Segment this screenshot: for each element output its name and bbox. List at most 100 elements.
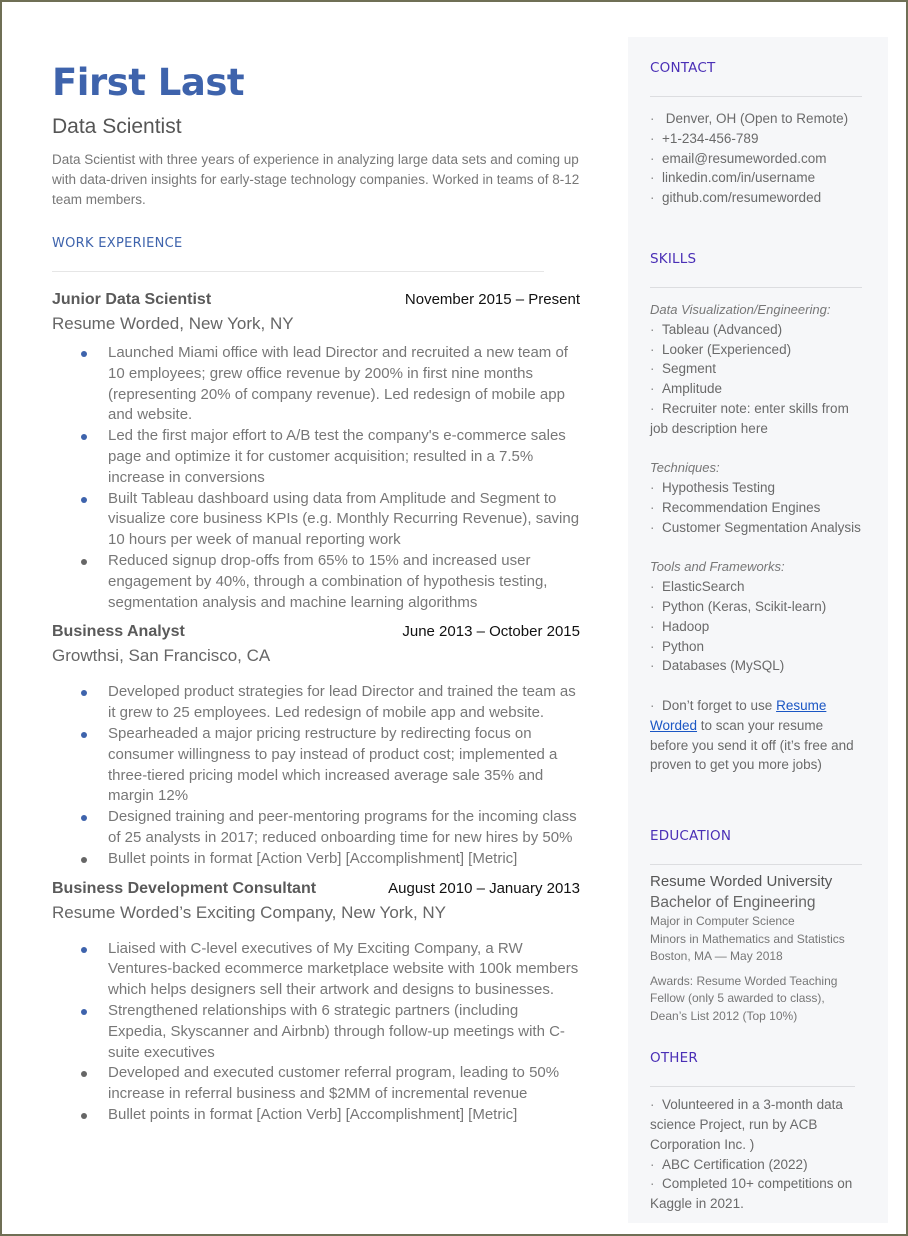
skill-item: · Recruiter note: enter skills from job d…: [650, 400, 849, 436]
bullet-item: Built Tableau dashboard using data from …: [81, 489, 580, 551]
bullet-icon: ·: [650, 618, 655, 634]
bullet-icon: ·: [650, 697, 655, 713]
candidate-name: First Last: [52, 61, 245, 104]
bullet-dot-icon: [81, 351, 87, 357]
bullet-dot-icon: [81, 496, 87, 503]
bullet-item: Liaised with C-level executives of My Ex…: [81, 939, 580, 1001]
contact-linkedin[interactable]: · linkedin.com/in/username: [650, 168, 862, 188]
job-entry: Business Analyst June 2013 – October 201…: [52, 621, 592, 869]
bullet-icon: ·: [650, 381, 655, 397]
bullet-dot-icon: [81, 1071, 87, 1078]
bullet-icon: ·: [650, 638, 655, 654]
job-header: Business Analyst June 2013 – October 201…: [52, 621, 580, 643]
main-column: First Last Data Scientist Data Scientist…: [52, 60, 592, 1126]
section-divider: [650, 96, 862, 97]
job-dates: August 2010 – January 2013: [388, 879, 580, 897]
bullet-icon: ·: [650, 190, 655, 206]
skill-group-label: Tools and Frameworks:: [650, 559, 785, 575]
skill-item: · Tableau (Advanced): [650, 320, 862, 340]
education-awards: Awards: Resume Worded Teaching Fellow (o…: [650, 973, 838, 1023]
skill-item: · Recommendation Engines: [650, 498, 862, 518]
bullet-dot-icon: [81, 690, 87, 697]
other-list: · Volunteered in a 3-month data science P…: [650, 1095, 862, 1214]
bullet-item: Strengthened relationships with 6 strate…: [81, 1001, 580, 1063]
job-title: Junior Data Scientist: [52, 291, 212, 308]
contact-list: · Denver, OH (Open to Remote) · +1-234-45…: [650, 109, 862, 208]
other-item: · Completed 10+ competitions on Kaggle in…: [650, 1176, 853, 1212]
bullet-icon: ·: [650, 480, 655, 496]
bullet-icon: ·: [650, 1097, 655, 1113]
education-major: Major in Computer Science: [650, 914, 795, 929]
skill-group-label: Techniques:: [650, 460, 720, 476]
candidate-role: Data Scientist: [52, 115, 182, 138]
job-dates: November 2015 – Present: [404, 291, 580, 308]
bullet-text: Launched Miami office with lead Director…: [108, 344, 568, 424]
bullet-icon: ·: [650, 111, 655, 126]
skill-item: · Python (Keras, Scikit-learn): [650, 597, 862, 617]
job-bullets: Developed product strategies for lead Di…: [52, 682, 580, 869]
bullet-icon: ·: [650, 321, 655, 337]
education-degree: Bachelor of Engineering: [650, 894, 816, 912]
contact-phone[interactable]: · +1-234-456-789: [650, 129, 862, 149]
contact-location: · Denver, OH (Open to Remote): [650, 109, 862, 129]
section-divider: [650, 286, 862, 288]
job-company: Growthsi, San Francisco, CA: [52, 646, 271, 666]
bullet-dot-icon: [81, 856, 87, 863]
job-entry: Junior Data Scientist November 2015 – Pr…: [52, 289, 592, 613]
bullet-dot-icon: [81, 946, 87, 953]
section-divider: [650, 1086, 855, 1088]
education-heading: EDUCATION: [650, 828, 732, 845]
sidebar: CONTACT · Denver, OH (Open to Remote) · +…: [628, 37, 888, 1223]
skill-item: · Customer Segmentation Analysis: [650, 518, 862, 538]
skill-item: · Hadoop: [650, 617, 862, 637]
bullet-dot-icon: [81, 434, 87, 441]
summary: Data Scientist with three years of exper…: [52, 152, 580, 207]
section-divider: [52, 271, 544, 272]
skills-list: Data Visualization/Engineering: · Tableau…: [650, 300, 862, 775]
bullet-icon: ·: [650, 658, 655, 674]
bullet-item: Developed and executed customer referral…: [81, 1063, 580, 1105]
bullet-item: Bullet points in format [Action Verb] [A…: [81, 1105, 580, 1126]
bullet-text: Built Tableau dashboard using data from …: [108, 489, 580, 549]
skill-group-label: Data Visualization/Engineering:: [650, 301, 831, 317]
education-location-date: Boston, MA — May 2018: [650, 949, 783, 964]
work-experience-heading: WORK EXPERIENCE: [52, 236, 183, 251]
job-title: Business Development Consultant: [52, 879, 317, 897]
bullet-item: Reduced signup drop-offs from 65% to 15%…: [81, 551, 580, 613]
bullet-dot-icon: [81, 815, 87, 822]
bullet-text: Led the first major effort to A/B test t…: [108, 427, 566, 486]
bullet-icon: ·: [650, 499, 655, 515]
skill-item: · Looker (Experienced): [650, 340, 862, 360]
bullet-icon: ·: [650, 130, 655, 146]
skill-item: · Python: [650, 637, 862, 657]
bullet-item: Launched Miami office with lead Director…: [81, 343, 580, 426]
bullet-item: Led the first major effort to A/B test t…: [81, 426, 580, 488]
bullet-text: Bullet points in format [Action Verb] [A…: [108, 849, 518, 867]
bullet-item: Developed product strategies for lead Di…: [81, 682, 580, 724]
bullet-dot-icon: [81, 1112, 87, 1119]
contact-email[interactable]: · email@resumeworded.com: [650, 149, 862, 169]
section-divider: [650, 864, 862, 866]
skills-heading: SKILLS: [650, 250, 697, 267]
bullet-text: Liaised with C-level executives of My Ex…: [108, 939, 579, 999]
bullet-dot-icon: [81, 558, 87, 565]
sidebar-content: CONTACT · Denver, OH (Open to Remote) · +…: [650, 37, 862, 1214]
bullet-icon: ·: [650, 400, 655, 416]
skill-item: · ElasticSearch: [650, 577, 862, 597]
bullet-text: Strengthened relationships with 6 strate…: [108, 1001, 565, 1061]
education-minors: Minors in Mathematics and Statistics: [650, 931, 845, 946]
bullet-item: Bullet points in format [Action Verb] [A…: [81, 849, 580, 870]
bullet-text: Designed training and peer-mentoring pro…: [108, 808, 577, 846]
other-heading: OTHER: [650, 1050, 698, 1067]
job-dates: June 2013 – October 2015: [402, 623, 580, 641]
bullet-dot-icon: [81, 731, 87, 738]
contact-github[interactable]: · github.com/resumeworded: [650, 188, 862, 208]
skill-item: · Segment: [650, 359, 862, 379]
bullet-icon: ·: [650, 579, 655, 595]
skill-item: · Databases (MySQL): [650, 656, 862, 676]
other-item: · Volunteered in a 3-month data science P…: [650, 1097, 843, 1152]
job-entry: Business Development Consultant August 2…: [52, 878, 592, 1126]
job-company: Resume Worded, New York, NY: [52, 314, 294, 333]
bullet-text: Spearheaded a major pricing restructure …: [108, 724, 558, 805]
bullet-icon: ·: [650, 150, 655, 166]
